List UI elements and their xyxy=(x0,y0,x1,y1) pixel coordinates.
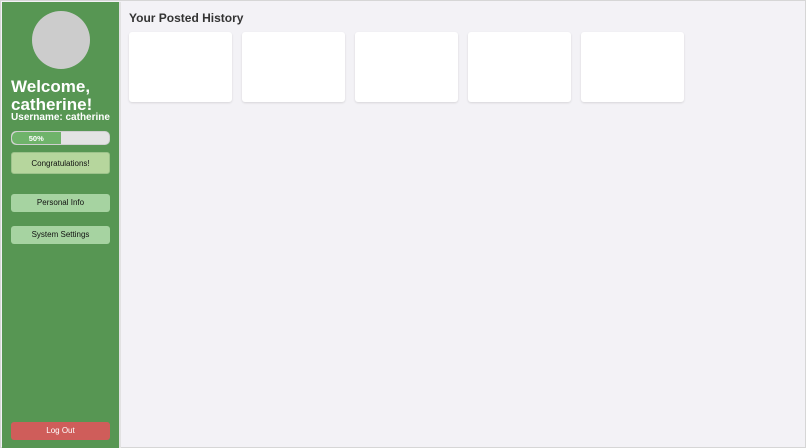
progress-bar: 50% xyxy=(11,131,110,145)
logout-button[interactable]: Log Out xyxy=(11,422,110,440)
sidebar: Welcome, catherine! Username: catherine … xyxy=(2,2,121,448)
history-card[interactable] xyxy=(355,32,458,102)
history-card[interactable] xyxy=(581,32,684,102)
username-label: Username: catherine xyxy=(11,112,110,123)
progress-fill: 50% xyxy=(12,132,61,144)
history-card[interactable] xyxy=(129,32,232,102)
app-frame: Welcome, catherine! Username: catherine … xyxy=(0,0,806,448)
avatar xyxy=(32,11,90,69)
welcome-heading: Welcome, catherine! xyxy=(11,77,93,114)
congratulations-button[interactable]: Congratulations! xyxy=(11,152,110,174)
history-card[interactable] xyxy=(468,32,571,102)
personal-info-button[interactable]: Personal Info xyxy=(11,194,110,212)
system-settings-button[interactable]: System Settings xyxy=(11,226,110,244)
page-title: Your Posted History xyxy=(129,11,244,25)
history-card[interactable] xyxy=(242,32,345,102)
